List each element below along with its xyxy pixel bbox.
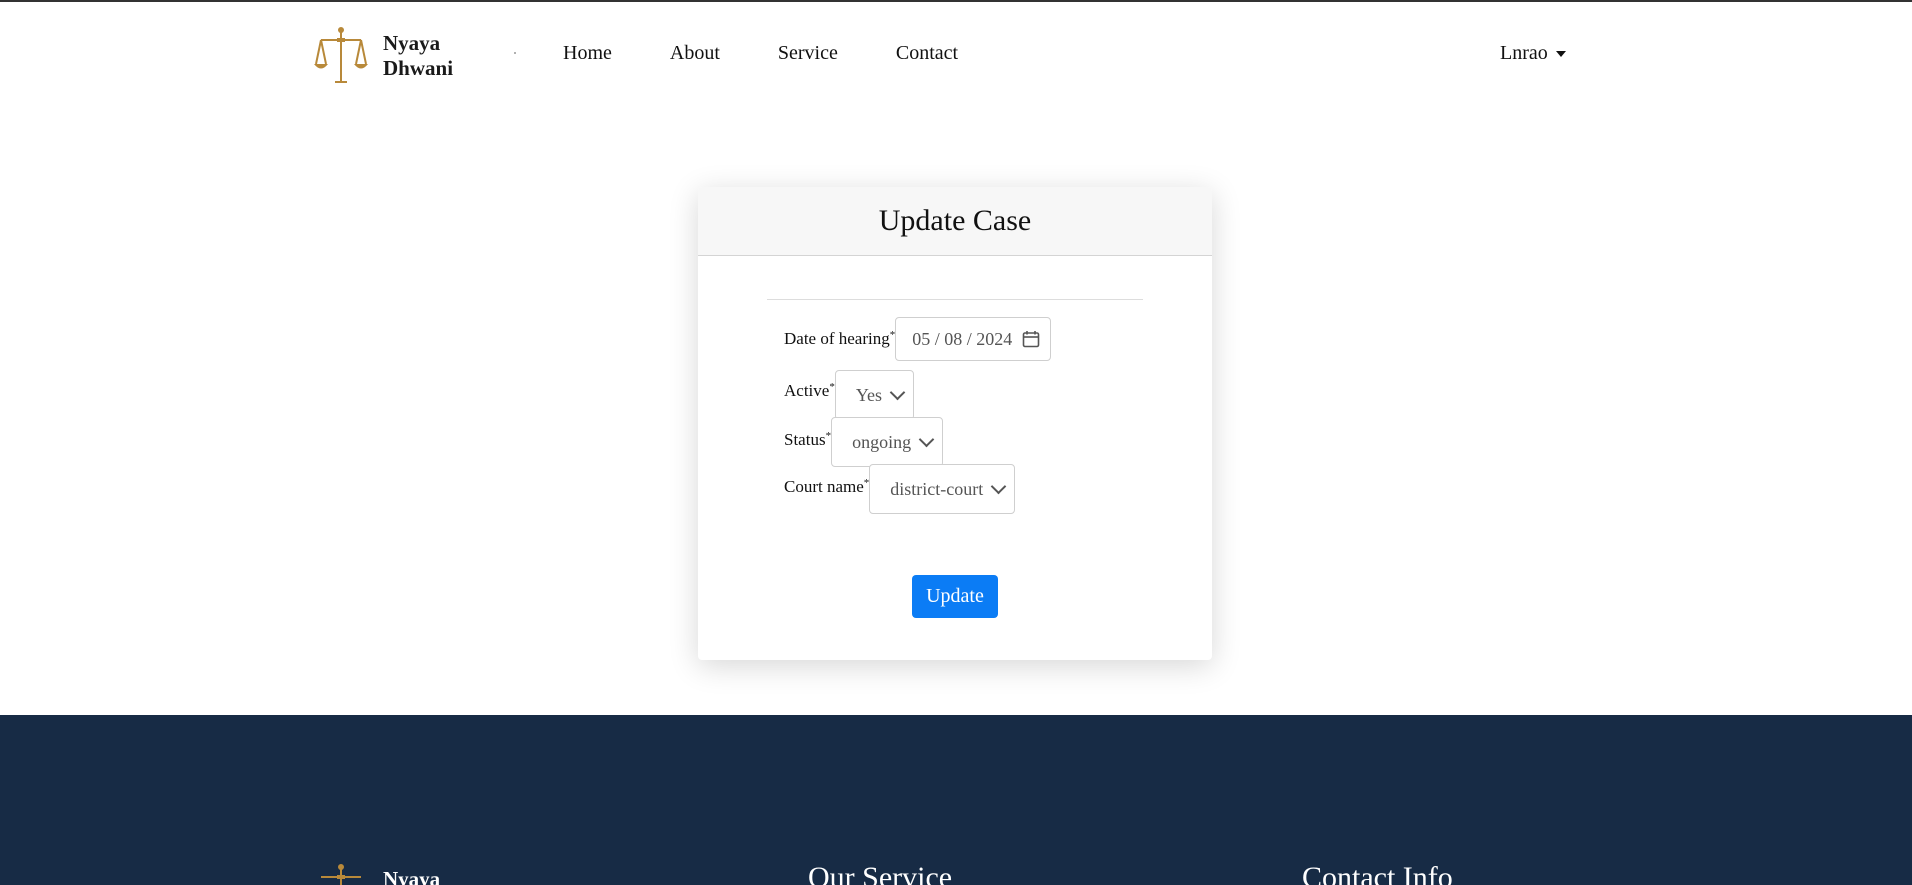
brand-line2: Dhwani (383, 56, 454, 80)
active-label: Active (784, 381, 830, 400)
date-of-hearing-input[interactable]: 05 / 08 / 2024 (895, 317, 1052, 361)
nav-link-contact[interactable]: Contact (896, 42, 958, 65)
status-row: Status * ongoing (784, 412, 944, 467)
brand[interactable]: Nyaya Dhwani (313, 26, 453, 86)
court-label: Court name (784, 477, 864, 496)
required-mark: * (825, 429, 832, 442)
scales-of-justice-icon (321, 864, 361, 885)
navbar: Nyaya Dhwani Home About Service Contact … (0, 4, 1912, 104)
status-label: Status (784, 429, 826, 449)
status-value: ongoing (852, 431, 912, 452)
divider-dot (514, 52, 516, 54)
footer-brand[interactable]: Nyaya (313, 863, 440, 885)
footer-brand-name: Nyaya (383, 867, 441, 885)
nav-link-home[interactable]: Home (563, 42, 612, 65)
chevron-down-icon (889, 384, 906, 400)
required-mark: * (829, 381, 835, 393)
nav-link-service[interactable]: Service (778, 42, 838, 65)
court-value: district-court (890, 478, 984, 499)
footer: Nyaya Our Service Contact Info (0, 715, 1912, 885)
footer-contact-heading: Contact Info (1302, 861, 1453, 885)
update-button[interactable]: Update (912, 575, 998, 618)
update-case-card: Update Case Date of hearing * 05 / 08 / 2… (698, 187, 1212, 660)
nav-links: Home About Service Contact (563, 42, 1016, 65)
divider (767, 299, 1143, 300)
nav-link-about[interactable]: About (670, 42, 720, 65)
chevron-down-icon (918, 431, 935, 447)
footer-service-heading: Our Service (808, 861, 953, 885)
required-mark: * (889, 329, 896, 341)
user-menu-dropdown[interactable]: Lnrao (1500, 42, 1566, 65)
court-row: Court name * district-court (784, 460, 1016, 514)
required-mark: * (863, 477, 870, 489)
date-label: Date of hearing (784, 329, 890, 348)
card-header: Update Case (698, 187, 1212, 256)
card-title: Update Case (878, 204, 1032, 237)
brand-name: Nyaya Dhwani (383, 31, 453, 81)
active-value: Yes (855, 384, 883, 405)
brand-line1: Nyaya (383, 31, 441, 55)
court-name-select[interactable]: district-court (869, 464, 1016, 514)
scales-of-justice-icon (314, 27, 368, 83)
date-value: 05 / 08 / 2024 (912, 328, 1013, 349)
date-row: Date of hearing * 05 / 08 / 2024 (784, 317, 1052, 361)
user-name: Lnrao (1500, 42, 1548, 64)
caret-down-icon (1555, 50, 1566, 57)
chevron-down-icon (991, 478, 1007, 494)
calendar-icon[interactable] (1022, 330, 1040, 348)
